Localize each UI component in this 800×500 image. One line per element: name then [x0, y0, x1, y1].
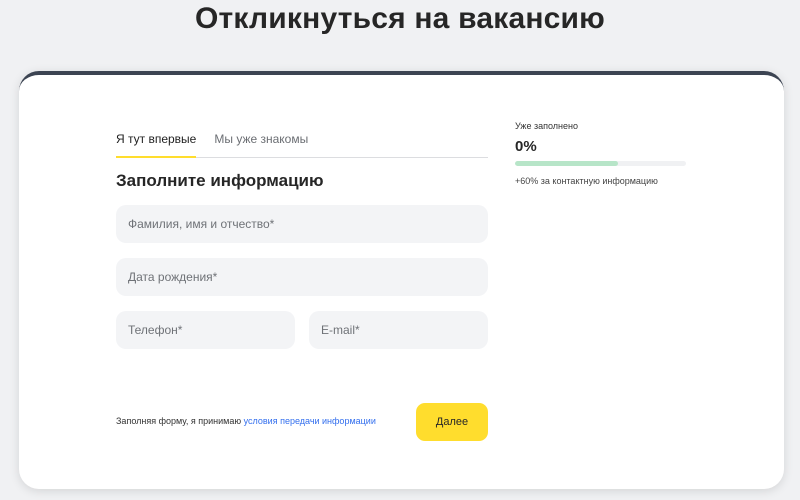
page-title: Откликнуться на вакансию — [195, 2, 605, 35]
application-card: Я тут впервые Мы уже знакомы Заполните и… — [19, 71, 784, 489]
tab-already-known[interactable]: Мы уже знакомы — [214, 127, 308, 158]
consent-text: Заполняя форму, я принимаю условия перед… — [116, 416, 376, 426]
auth-tabs: Я тут впервые Мы уже знакомы — [116, 127, 488, 158]
next-button[interactable]: Далее — [416, 403, 488, 441]
phone-input[interactable] — [116, 311, 295, 349]
progress-note: +60% за контактную информацию — [515, 176, 658, 186]
form-heading: Заполните информацию — [116, 171, 324, 190]
consent-terms-link[interactable]: условия передачи информации — [244, 416, 376, 426]
email-input[interactable] — [309, 311, 488, 349]
progress-label: Уже заполнено — [515, 121, 578, 131]
birth-date-input[interactable] — [116, 258, 488, 296]
progress-bar — [515, 161, 686, 166]
full-name-input[interactable] — [116, 205, 488, 243]
progress-value: 0% — [515, 138, 537, 155]
consent-prefix: Заполняя форму, я принимаю — [116, 416, 244, 426]
progress-bar-fill — [515, 161, 618, 166]
tab-first-time[interactable]: Я тут впервые — [116, 127, 197, 158]
